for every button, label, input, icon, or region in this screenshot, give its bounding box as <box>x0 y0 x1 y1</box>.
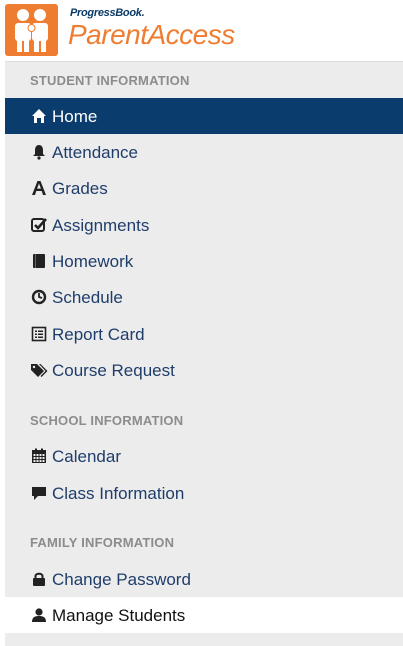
logo[interactable]: ProgressBook. ParentAccess <box>0 0 403 60</box>
section-student-information: STUDENT INFORMATION <box>30 73 190 88</box>
nav-item-label: Course Request <box>52 360 175 380</box>
nav-item-attendance[interactable]: Attendance <box>5 134 403 170</box>
nav-item-manage-students[interactable]: Manage Students <box>5 597 403 633</box>
sidebar-menu: STUDENT INFORMATION Home Attendance Grad… <box>5 61 403 646</box>
nav-item-label: Manage Students <box>52 605 186 625</box>
list-icon <box>30 325 48 343</box>
nav-item-course-request[interactable]: Course Request <box>5 352 403 388</box>
nav-item-label: Assignments <box>52 215 150 235</box>
nav-item-label: Calendar <box>52 446 121 466</box>
nav-item-report-card[interactable]: Report Card <box>5 316 403 352</box>
nav-item-schedule[interactable]: Schedule <box>5 279 403 315</box>
grades-icon <box>30 179 48 197</box>
tags-icon <box>30 361 48 379</box>
nav-item-assignments[interactable]: Assignments <box>5 207 403 243</box>
brand-name: ParentAccess <box>68 19 235 50</box>
nav-item-label: Attendance <box>52 142 139 162</box>
section-school-information: SCHOOL INFORMATION <box>30 413 184 428</box>
nav-item-grades[interactable]: Grades <box>5 170 403 206</box>
bell-icon <box>30 143 48 161</box>
nav-item-change-password[interactable]: Change Password <box>5 561 403 597</box>
checkbox-icon <box>30 216 48 234</box>
nav-item-label: Homework <box>52 251 134 271</box>
nav-item-home[interactable]: Home <box>5 98 403 134</box>
nav-item-label: Class Information <box>52 483 185 503</box>
calendar-icon <box>30 447 48 465</box>
nav-item-calendar[interactable]: Calendar <box>5 438 403 474</box>
user-icon <box>30 606 48 624</box>
nav-item-label: Home <box>52 106 98 126</box>
family-logo-icon <box>5 4 58 56</box>
brand-small-text: ProgressBook. <box>70 7 145 19</box>
nav-item-label: Change Password <box>52 569 191 589</box>
nav-item-label: Report Card <box>52 324 145 344</box>
nav-item-homework[interactable]: Homework <box>5 243 403 279</box>
nav-item-class-information[interactable]: Class Information <box>5 475 403 511</box>
section-family-information: FAMILY INFORMATION <box>30 535 175 550</box>
nav-item-label: Grades <box>52 178 108 198</box>
comment-icon <box>30 484 48 502</box>
lock-icon <box>30 570 48 588</box>
home-icon <box>30 107 48 125</box>
book-icon <box>30 252 48 270</box>
nav-item-label: Schedule <box>52 287 123 307</box>
clock-icon <box>30 288 48 306</box>
